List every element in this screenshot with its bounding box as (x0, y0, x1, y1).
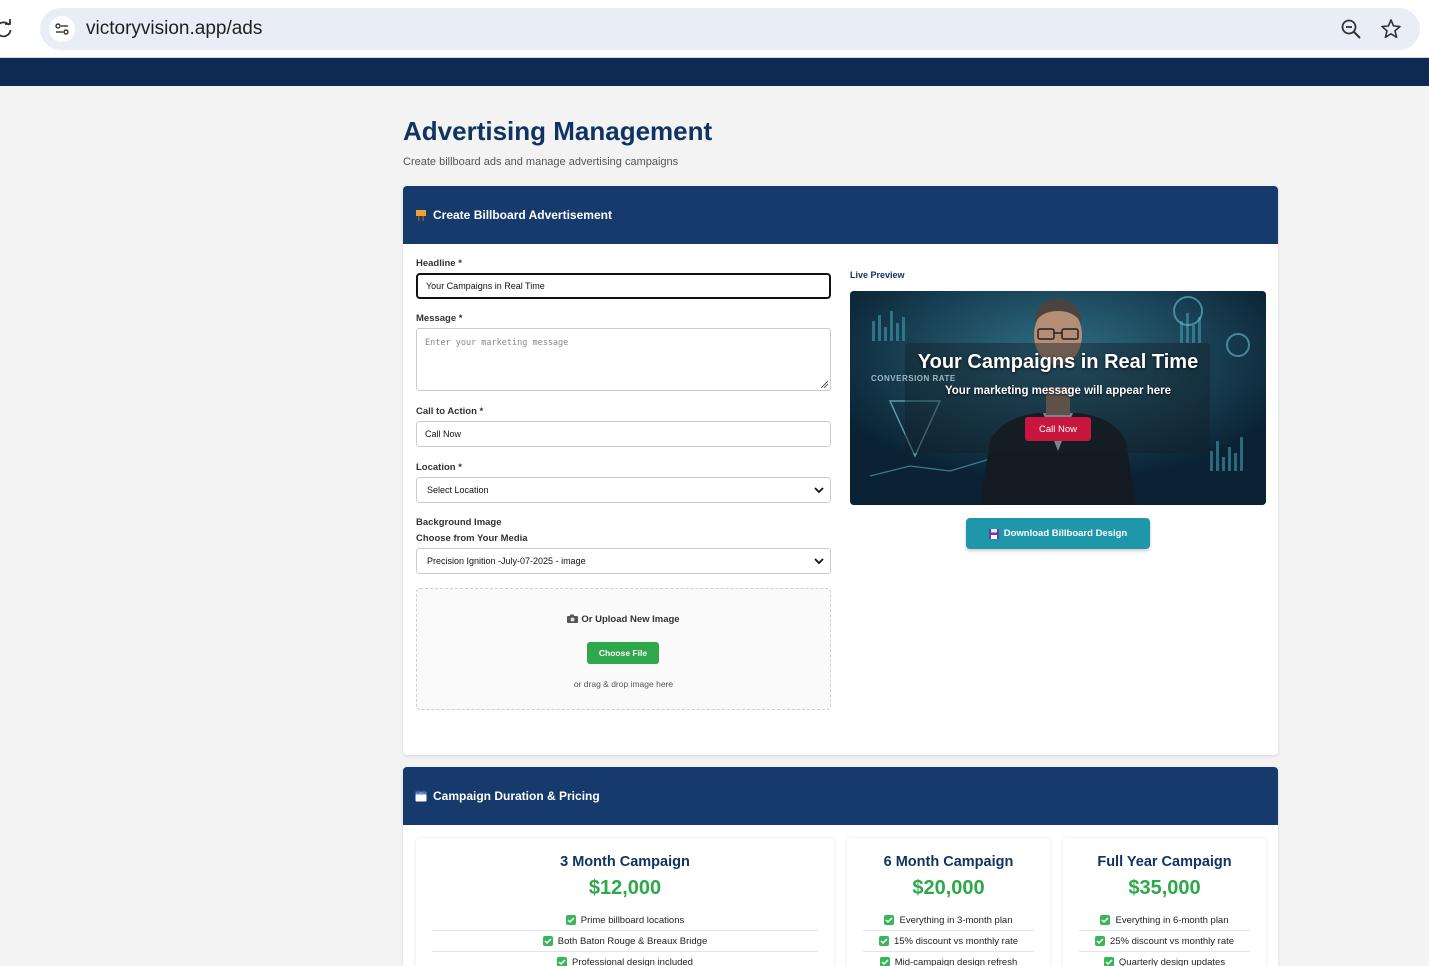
background-image-label: Background Image (416, 517, 502, 528)
cta-input[interactable]: Call Now (416, 421, 831, 447)
location-label: Location * (416, 462, 462, 473)
calendar-icon (415, 790, 427, 802)
bookmark-star-icon[interactable] (1380, 18, 1402, 40)
app-nav-bar (0, 58, 1429, 86)
browser-toolbar: victoryvision.app/ads (0, 0, 1429, 58)
checkmark-icon (878, 936, 889, 946)
live-preview-label: Live Preview (850, 270, 905, 280)
checkmark-icon (542, 936, 553, 946)
page-subtitle: Create billboard ads and manage advertis… (403, 156, 679, 168)
plan-feature-text: Quarterly design updates (1118, 956, 1226, 966)
plan-feature: Mid-campaign design refresh (863, 952, 1034, 966)
preview-bg-text: CONVERSION RATE (871, 374, 956, 383)
download-button-label: Download Billboard Design (1003, 528, 1128, 539)
plan-feature-text: Mid-campaign design refresh (894, 956, 1018, 966)
plan-price: $20,000 (912, 877, 985, 899)
floppy-disk-icon (988, 528, 999, 539)
plan-price: $35,000 (1128, 877, 1201, 899)
plan-feature-text: 15% discount vs monthly rate (893, 935, 1019, 947)
plan-feature-text: Both Baton Rouge & Breaux Bridge (557, 935, 708, 947)
reload-icon[interactable] (0, 19, 14, 39)
resize-handle-icon[interactable] (820, 380, 828, 388)
preview-message: Your marketing message will appear here (944, 385, 1172, 397)
plan-feature: Both Baton Rouge & Breaux Bridge (432, 931, 818, 952)
pricing-card-header: Campaign Duration & Pricing (403, 767, 1278, 825)
checkmark-icon (1094, 936, 1105, 946)
plan-feature: Prime billboard locations (432, 910, 818, 931)
location-value: Select Location (427, 485, 489, 495)
camera-icon (567, 614, 579, 623)
cta-value: Call Now (425, 429, 462, 439)
plan-feature-text: Everything in 3-month plan (899, 914, 1013, 926)
plan-feature: Everything in 6-month plan (1079, 910, 1250, 931)
download-billboard-button[interactable]: Download Billboard Design (966, 518, 1150, 549)
plan-feature: Everything in 3-month plan (863, 910, 1034, 931)
plan-feature: 25% discount vs monthly rate (1079, 931, 1250, 952)
plan-feature-text: Everything in 6-month plan (1115, 914, 1229, 926)
url-text[interactable]: victoryvision.app/ads (86, 18, 262, 40)
upload-dropzone[interactable]: Or Upload New Image Choose File or drag … (416, 588, 831, 710)
checkmark-icon (557, 957, 568, 966)
billboard-card: Create Billboard Advertisement Headline … (403, 186, 1278, 755)
drag-drop-text: or drag & drop image here (573, 679, 674, 689)
checkmark-icon (565, 915, 576, 925)
checkmark-icon (884, 915, 895, 925)
media-select[interactable]: Precision Ignition -July-07-2025 - image (416, 548, 831, 574)
plan-title: 6 Month Campaign (883, 854, 1014, 870)
address-bar[interactable]: victoryvision.app/ads (40, 8, 1420, 50)
location-select[interactable]: Select Location (416, 477, 831, 503)
message-label: Message * (416, 313, 463, 324)
zoom-out-icon[interactable] (1340, 18, 1362, 40)
plan-title: Full Year Campaign (1097, 854, 1232, 870)
plan-feature: Quarterly design updates (1079, 952, 1250, 966)
plan-3-month[interactable]: 3 Month Campaign $12,000 Prime billboard… (416, 838, 834, 966)
billboard-preview: CONVERSION RATE Your Campaigns in Real T… (850, 291, 1266, 505)
billboard-card-title: Create Billboard Advertisement (433, 208, 612, 222)
checkmark-icon (879, 957, 890, 966)
plan-list: 3 Month Campaign $12,000 Prime billboard… (416, 838, 1266, 966)
headline-label: Headline * (416, 258, 462, 269)
checkmark-icon (1100, 915, 1111, 925)
plan-feature: 15% discount vs monthly rate (863, 931, 1034, 952)
plan-full-year[interactable]: Full Year Campaign $35,000 Everything in… (1063, 838, 1266, 966)
plan-feature-text: 25% discount vs monthly rate (1109, 935, 1235, 947)
preview-cta-button[interactable]: Call Now (1025, 417, 1091, 441)
plan-price: $12,000 (588, 877, 662, 899)
pricing-card: Campaign Duration & Pricing 3 Month Camp… (403, 767, 1278, 966)
message-textarea[interactable]: Enter your marketing message (416, 328, 831, 391)
media-value: Precision Ignition -July-07-2025 - image (427, 556, 586, 566)
billboard-card-header: Create Billboard Advertisement (403, 186, 1278, 244)
plan-feature: Professional design included (432, 952, 818, 966)
pricing-card-title: Campaign Duration & Pricing (433, 789, 600, 803)
plan-6-month[interactable]: 6 Month Campaign $20,000 Everything in 3… (847, 838, 1050, 966)
preview-headline: Your Campaigns in Real Time (917, 351, 1199, 373)
site-info-icon[interactable] (49, 16, 75, 42)
billboard-icon (416, 210, 426, 221)
page-title: Advertising Management (403, 116, 713, 146)
checkmark-icon (1103, 957, 1114, 966)
plan-title: 3 Month Campaign (560, 854, 690, 870)
upload-title-text: Or Upload New Image (581, 614, 680, 625)
headline-value: Your Campaigns in Real Time (426, 281, 545, 291)
upload-title: Or Upload New Image (417, 614, 830, 625)
headline-input[interactable]: Your Campaigns in Real Time (416, 273, 831, 299)
chevron-down-icon (814, 487, 824, 494)
plan-feature-text: Prime billboard locations (580, 914, 685, 926)
chevron-down-icon (814, 558, 824, 565)
message-placeholder: Enter your marketing message (425, 338, 569, 348)
choose-file-button[interactable]: Choose File (587, 642, 659, 664)
media-label: Choose from Your Media (416, 533, 528, 544)
plan-feature-text: Professional design included (572, 956, 693, 966)
cta-label: Call to Action * (416, 406, 484, 417)
